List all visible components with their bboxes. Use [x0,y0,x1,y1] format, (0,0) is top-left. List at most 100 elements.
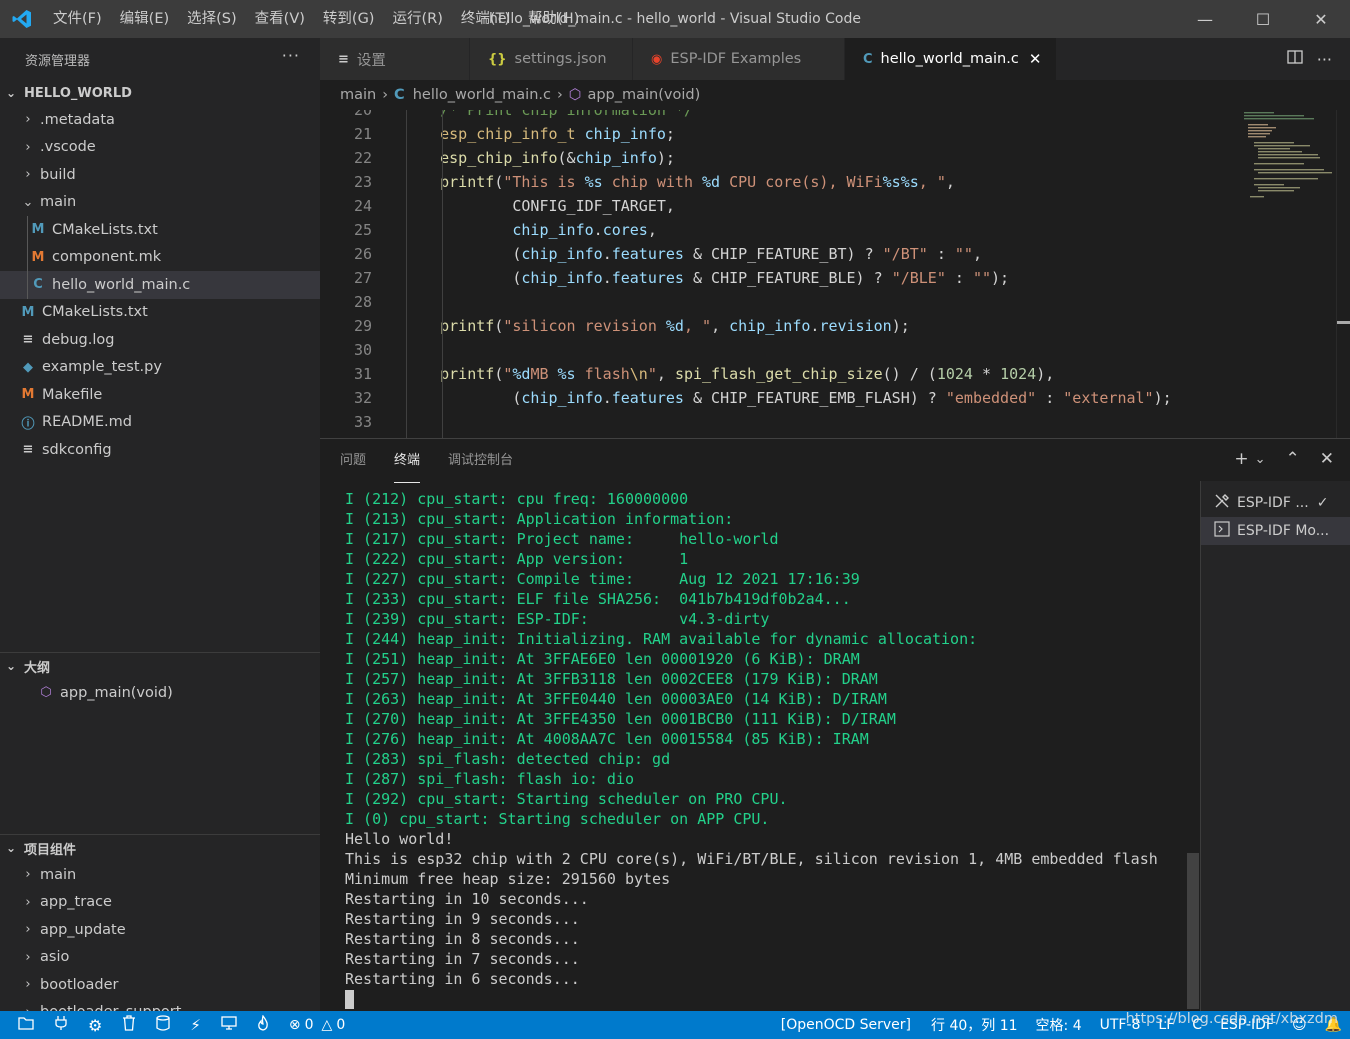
menu-item[interactable]: 转到(G) [314,0,384,38]
component-item[interactable]: › app_update [0,916,320,944]
close-window-icon[interactable]: ✕ [1292,0,1350,38]
menu-item[interactable]: 编辑(E) [111,0,178,38]
cursor-position[interactable]: 行 40，列 11 [931,1015,1018,1035]
terminal-prompt[interactable] [345,989,1200,1009]
menu-item[interactable]: 帮助(H) [519,0,588,38]
terminal-line: I (244) heap_init: Initializing. RAM ava… [345,630,978,648]
editor-tab[interactable]: ≡ 设置 [320,38,470,80]
terminal-line: Minimum free heap size: 291560 bytes [345,870,671,888]
breadcrumb-folder[interactable]: main [340,87,376,103]
editor-tab[interactable]: {} settings.json [470,38,633,80]
maximize-panel-icon[interactable]: ⌃ [1286,449,1300,469]
code-token: . [593,221,603,239]
close-tab-icon[interactable]: ✕ [1029,50,1042,68]
tree-file[interactable]: Chello_world_main.c [0,271,320,299]
editor-tab[interactable]: Chello_world_main.c ✕ [845,38,1057,80]
database-icon[interactable] [156,1015,170,1035]
menu-item[interactable]: 文件(F) [44,0,111,38]
menu-item[interactable]: 运行(R) [383,0,451,38]
terminal-instance[interactable]: ESP-IDF ... ✓ [1201,489,1350,517]
code-token: MB [530,365,558,383]
code-token: printf [440,317,495,335]
menu-item[interactable]: 终端(T) [452,0,519,38]
terminal-output[interactable]: I (212) cpu_start: cpu freq: 160000000 I … [345,489,1200,1009]
component-item[interactable]: › bootloader [0,971,320,999]
gear-icon[interactable]: ⚙ [88,1016,102,1035]
fire-icon[interactable] [257,1014,269,1035]
breadcrumb-file[interactable]: hello_world_main.c [413,87,551,103]
code-token: printf [440,365,495,383]
maximize-icon[interactable]: ☐ [1234,0,1292,38]
tree-file[interactable]: ◆ example_test.py [0,354,320,382]
minimap[interactable] [1236,110,1336,438]
tree-folder[interactable]: › .metadata [0,106,320,134]
tree-file[interactable]: ≡ sdkconfig [0,436,320,464]
component-item[interactable]: › app_trace [0,889,320,917]
trash-icon[interactable] [122,1015,136,1035]
tab-list: ≡ 设置 {} settings.json ◉ ESP-IDF Examples Chell… [320,38,1057,80]
file-type-icon: C [33,277,43,293]
terminal-cursor [345,990,354,1009]
code-text: printf("This is %s chip with %d CPU core… [404,173,955,191]
monitor-icon[interactable] [221,1016,237,1034]
terminal-line: I (263) heap_init: At 3FFE0440 len 00003… [345,690,887,708]
editor-scrollbar[interactable] [1336,110,1350,438]
more-actions-icon[interactable]: ··· [1317,50,1332,69]
code-token: , [647,221,657,239]
panel-tab[interactable]: 问题 [340,439,366,483]
more-actions-icon[interactable]: ··· [282,46,300,65]
code-line: 30 [320,338,1240,362]
component-item[interactable]: › main [0,861,320,889]
panel-tab[interactable]: 调试控制台 [448,439,513,483]
split-editor-icon[interactable] [1287,49,1303,69]
terminal-line: I (213) cpu_start: Application informati… [345,510,734,528]
line-number: 24 [353,197,372,215]
chevron-down-icon[interactable]: ⌄ [1255,452,1266,469]
menu-item[interactable]: 选择(S) [178,0,246,38]
chevron-right-icon: › [25,977,31,993]
indent-guide [27,243,28,271]
tree-folder[interactable]: ⌄ main [0,189,320,217]
panel-tab[interactable]: 终端 [394,439,421,483]
tree-file[interactable]: M CMakeLists.txt [0,216,320,244]
component-label: app_trace [40,894,112,911]
indentation[interactable]: 空格: 4 [1036,1015,1082,1035]
tree-file[interactable]: ≡ debug.log [0,326,320,354]
plug-icon[interactable] [54,1015,68,1035]
code-line: 31 printf("%dMB %s flash\n", spi_flash_g… [320,362,1240,386]
outline-item[interactable]: ⬡ app_main(void) [0,679,320,707]
terminal-scrollbar[interactable] [1187,853,1199,1009]
tree-file[interactable]: M Makefile [0,381,320,409]
components-section-header[interactable]: ⌄ 项目组件 [0,835,320,861]
tree-file[interactable]: Mcomponent.mk [0,243,320,271]
code-token: %s [557,365,576,383]
tree-file[interactable]: ⓘ README.md [0,409,320,437]
code-editor[interactable]: 20 /* Print chip information */21 esp_ch… [320,110,1350,438]
tree-folder[interactable]: › build [0,161,320,189]
flash-icon[interactable]: ⚡ [190,1016,201,1034]
component-item[interactable]: ›bootloader_support [0,999,320,1011]
terminal-line: Restarting in 6 seconds... [345,970,580,988]
terminal-instance[interactable]: ESP-IDF Mo... [1201,517,1350,545]
breadcrumb-symbol[interactable]: app_main(void) [587,87,700,103]
close-panel-icon[interactable]: ✕ [1320,449,1334,469]
code-line: 33 [320,410,1240,434]
file-tree: › .metadata › .vscode › build ⌄ main M CMakeLists… [0,106,320,464]
folder-icon[interactable] [18,1016,34,1034]
tab-label: settings.json [514,51,607,67]
editor-tab[interactable]: ◉ ESP-IDF Examples [633,38,845,80]
outline-section-header[interactable]: ⌄ 大纲 [0,653,320,679]
code-token: . [602,269,612,287]
code-text: printf("%dMB %s flash\n", spi_flash_get_… [404,365,1054,383]
vscode-logo-icon[interactable] [0,0,44,38]
tree-file[interactable]: M CMakeLists.txt [0,299,320,327]
code-token: (& [557,149,576,167]
menu-item[interactable]: 查看(V) [246,0,314,38]
openocd-server[interactable]: [OpenOCD Server] [781,1017,911,1033]
minimize-icon[interactable]: — [1176,0,1234,38]
tree-folder[interactable]: › .vscode [0,134,320,162]
new-terminal-icon[interactable]: + [1234,449,1248,469]
explorer-section-header[interactable]: ⌄ HELLO_WORLD [0,80,320,106]
component-item[interactable]: › asio [0,944,320,972]
problems-indicator[interactable]: ⊗ 0 △ 0 [289,1017,345,1033]
